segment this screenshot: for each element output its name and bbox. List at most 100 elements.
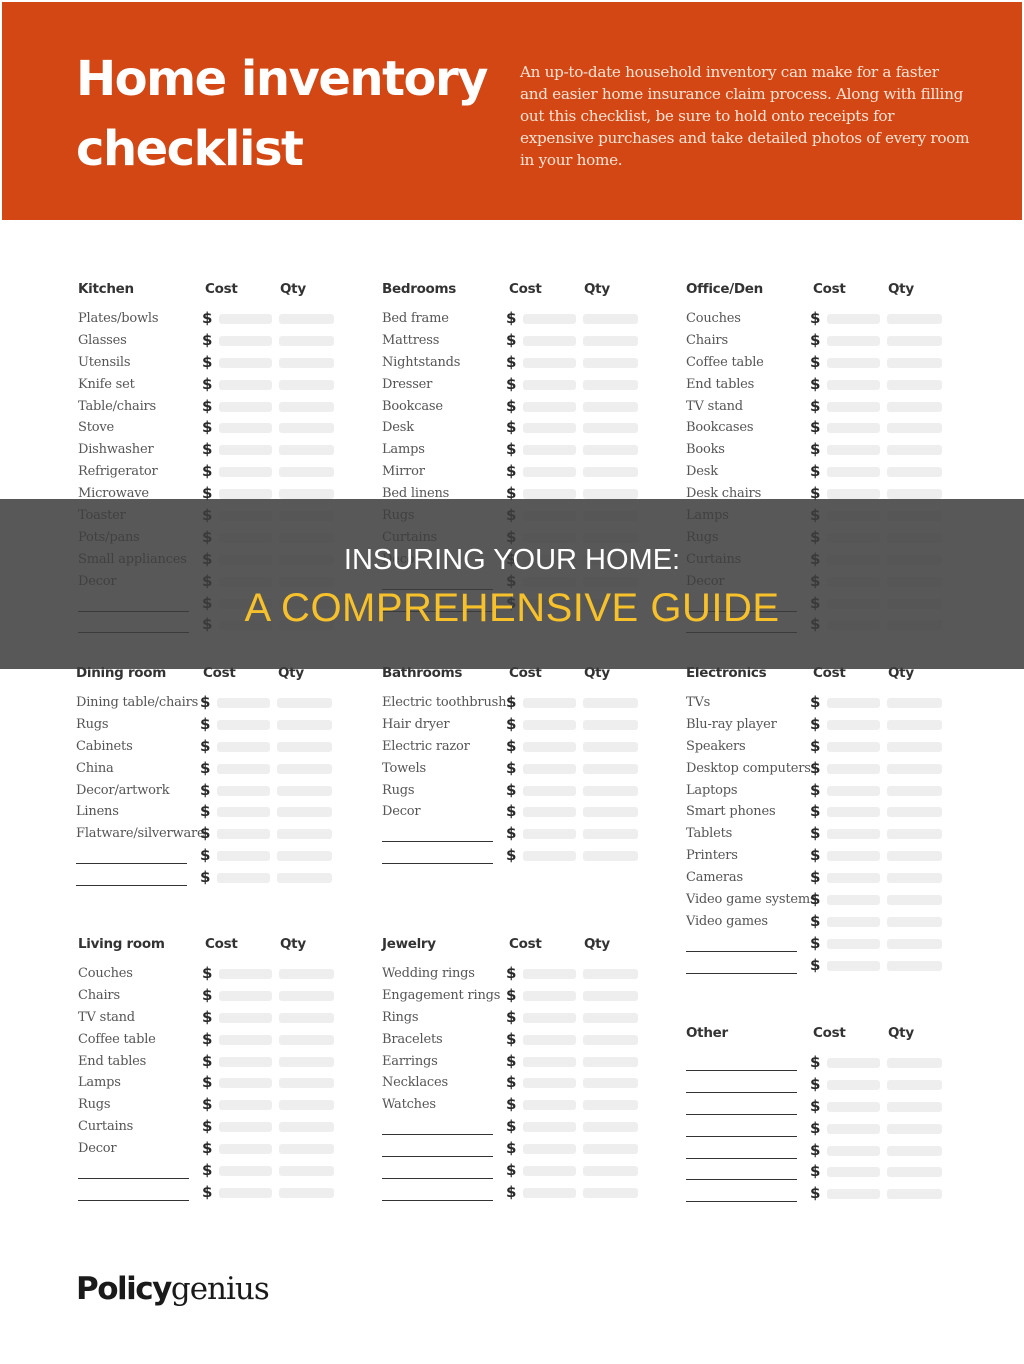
qty-field[interactable] [279,1034,334,1045]
qty-field[interactable] [887,851,942,862]
qty-field[interactable] [583,1078,638,1089]
qty-field[interactable] [279,1078,334,1089]
cost-field[interactable] [523,763,576,774]
cost-field[interactable] [523,489,576,500]
blank-item-line[interactable] [76,863,187,865]
cost-field[interactable] [523,1056,576,1067]
qty-field[interactable] [583,969,638,979]
cost-field[interactable] [523,467,576,478]
cost-field[interactable] [827,423,880,434]
qty-field[interactable] [887,1079,942,1090]
qty-field[interactable] [583,1166,638,1177]
cost-field[interactable] [827,873,880,884]
cost-field[interactable] [827,314,880,324]
qty-field[interactable] [583,401,638,412]
qty-field[interactable] [887,873,942,884]
qty-field[interactable] [583,1144,638,1155]
qty-field[interactable] [887,1189,942,1200]
cost-field[interactable] [219,969,272,979]
cost-field[interactable] [217,851,270,862]
cost-field[interactable] [219,467,272,478]
qty-field[interactable] [887,719,942,730]
qty-field[interactable] [583,785,638,796]
cost-field[interactable] [523,698,576,708]
qty-field[interactable] [583,763,638,774]
cost-field[interactable] [523,741,576,752]
qty-field[interactable] [279,969,334,979]
qty-field[interactable] [279,467,334,478]
qty-field[interactable] [583,741,638,752]
cost-field[interactable] [827,829,880,840]
cost-field[interactable] [827,1079,880,1090]
qty-field[interactable] [583,1056,638,1067]
blank-item-line[interactable] [382,1134,493,1136]
qty-field[interactable] [277,719,332,730]
cost-field[interactable] [827,489,880,500]
qty-field[interactable] [277,829,332,840]
blank-item-line[interactable] [382,1156,493,1158]
qty-field[interactable] [277,785,332,796]
cost-field[interactable] [523,785,576,796]
qty-field[interactable] [279,379,334,390]
blank-item-line[interactable] [686,1113,797,1115]
blank-item-line[interactable] [78,1199,189,1201]
cost-field[interactable] [523,357,576,368]
qty-field[interactable] [583,1187,638,1198]
qty-field[interactable] [279,314,334,324]
cost-field[interactable] [219,1144,272,1155]
qty-field[interactable] [277,851,332,862]
blank-item-line[interactable] [686,1135,797,1137]
qty-field[interactable] [583,423,638,434]
cost-field[interactable] [827,1101,880,1112]
cost-field[interactable] [827,357,880,368]
cost-field[interactable] [827,1123,880,1134]
cost-field[interactable] [217,741,270,752]
blank-item-line[interactable] [382,1199,493,1201]
qty-field[interactable] [887,741,942,752]
cost-field[interactable] [217,698,270,708]
qty-field[interactable] [279,1012,334,1023]
qty-field[interactable] [279,1100,334,1111]
qty-field[interactable] [583,829,638,840]
qty-field[interactable] [887,938,942,949]
qty-field[interactable] [279,401,334,412]
qty-field[interactable] [887,1145,942,1156]
cost-field[interactable] [219,1166,272,1177]
qty-field[interactable] [583,1122,638,1133]
cost-field[interactable] [827,916,880,927]
blank-item-line[interactable] [382,1178,493,1180]
cost-field[interactable] [827,1058,880,1068]
blank-item-line[interactable] [78,1178,189,1180]
qty-field[interactable] [583,467,638,478]
cost-field[interactable] [827,960,880,971]
qty-field[interactable] [583,1012,638,1023]
cost-field[interactable] [219,990,272,1001]
blank-item-line[interactable] [76,885,187,887]
cost-field[interactable] [523,1012,576,1023]
cost-field[interactable] [219,1078,272,1089]
qty-field[interactable] [887,335,942,346]
cost-field[interactable] [827,785,880,796]
qty-field[interactable] [279,489,334,500]
cost-field[interactable] [217,763,270,774]
cost-field[interactable] [217,719,270,730]
qty-field[interactable] [279,1187,334,1198]
blank-item-line[interactable] [686,1201,797,1203]
qty-field[interactable] [887,829,942,840]
qty-field[interactable] [279,423,334,434]
qty-field[interactable] [279,1166,334,1177]
blank-item-line[interactable] [382,863,493,865]
cost-field[interactable] [523,445,576,456]
qty-field[interactable] [279,335,334,346]
cost-field[interactable] [523,990,576,1001]
cost-field[interactable] [523,335,576,346]
cost-field[interactable] [827,467,880,478]
cost-field[interactable] [827,719,880,730]
cost-field[interactable] [827,807,880,818]
qty-field[interactable] [583,357,638,368]
cost-field[interactable] [827,698,880,708]
cost-field[interactable] [219,1034,272,1045]
cost-field[interactable] [217,829,270,840]
blank-item-line[interactable] [686,1157,797,1159]
qty-field[interactable] [583,990,638,1001]
